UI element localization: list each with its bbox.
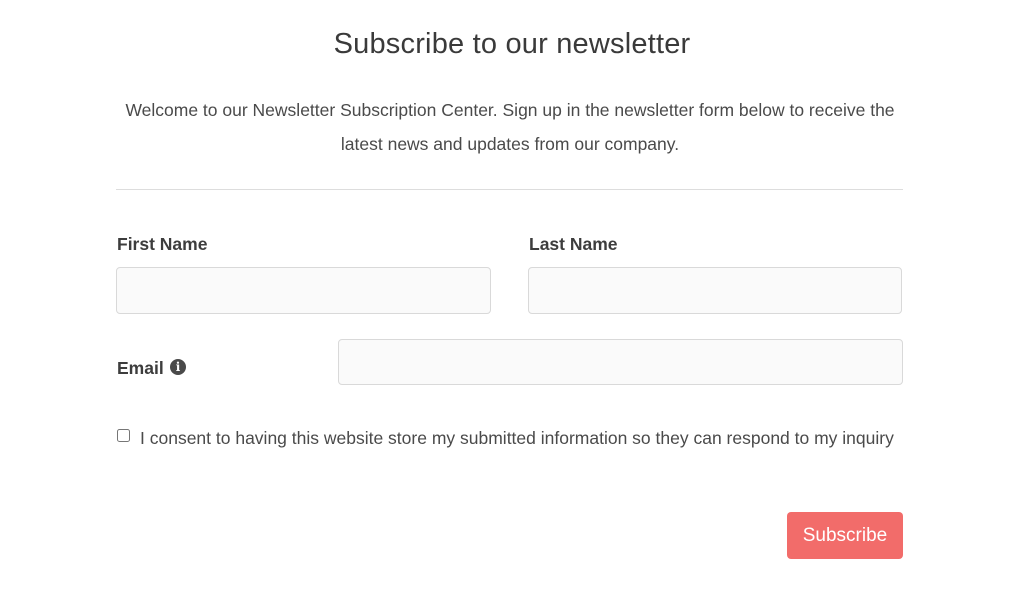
last-name-label: Last Name bbox=[529, 234, 618, 254]
divider bbox=[116, 189, 903, 190]
page-title: Subscribe to our newsletter bbox=[333, 28, 691, 60]
subscribe-button[interactable]: Subscribe bbox=[787, 512, 903, 559]
first-name-label: First Name bbox=[117, 234, 208, 254]
newsletter-page: Subscribe to our newsletter Welcome to o… bbox=[0, 0, 1024, 591]
consent-label: I consent to having this website store m… bbox=[140, 428, 894, 448]
intro-text: Welcome to our Newsletter Subscription C… bbox=[125, 100, 895, 154]
info-icon[interactable]: i bbox=[170, 359, 186, 375]
first-name-field[interactable] bbox=[116, 267, 491, 314]
email-field[interactable] bbox=[338, 339, 903, 385]
email-label: Email bbox=[117, 358, 164, 378]
consent-checkbox[interactable] bbox=[117, 429, 130, 442]
last-name-field[interactable] bbox=[528, 267, 902, 314]
